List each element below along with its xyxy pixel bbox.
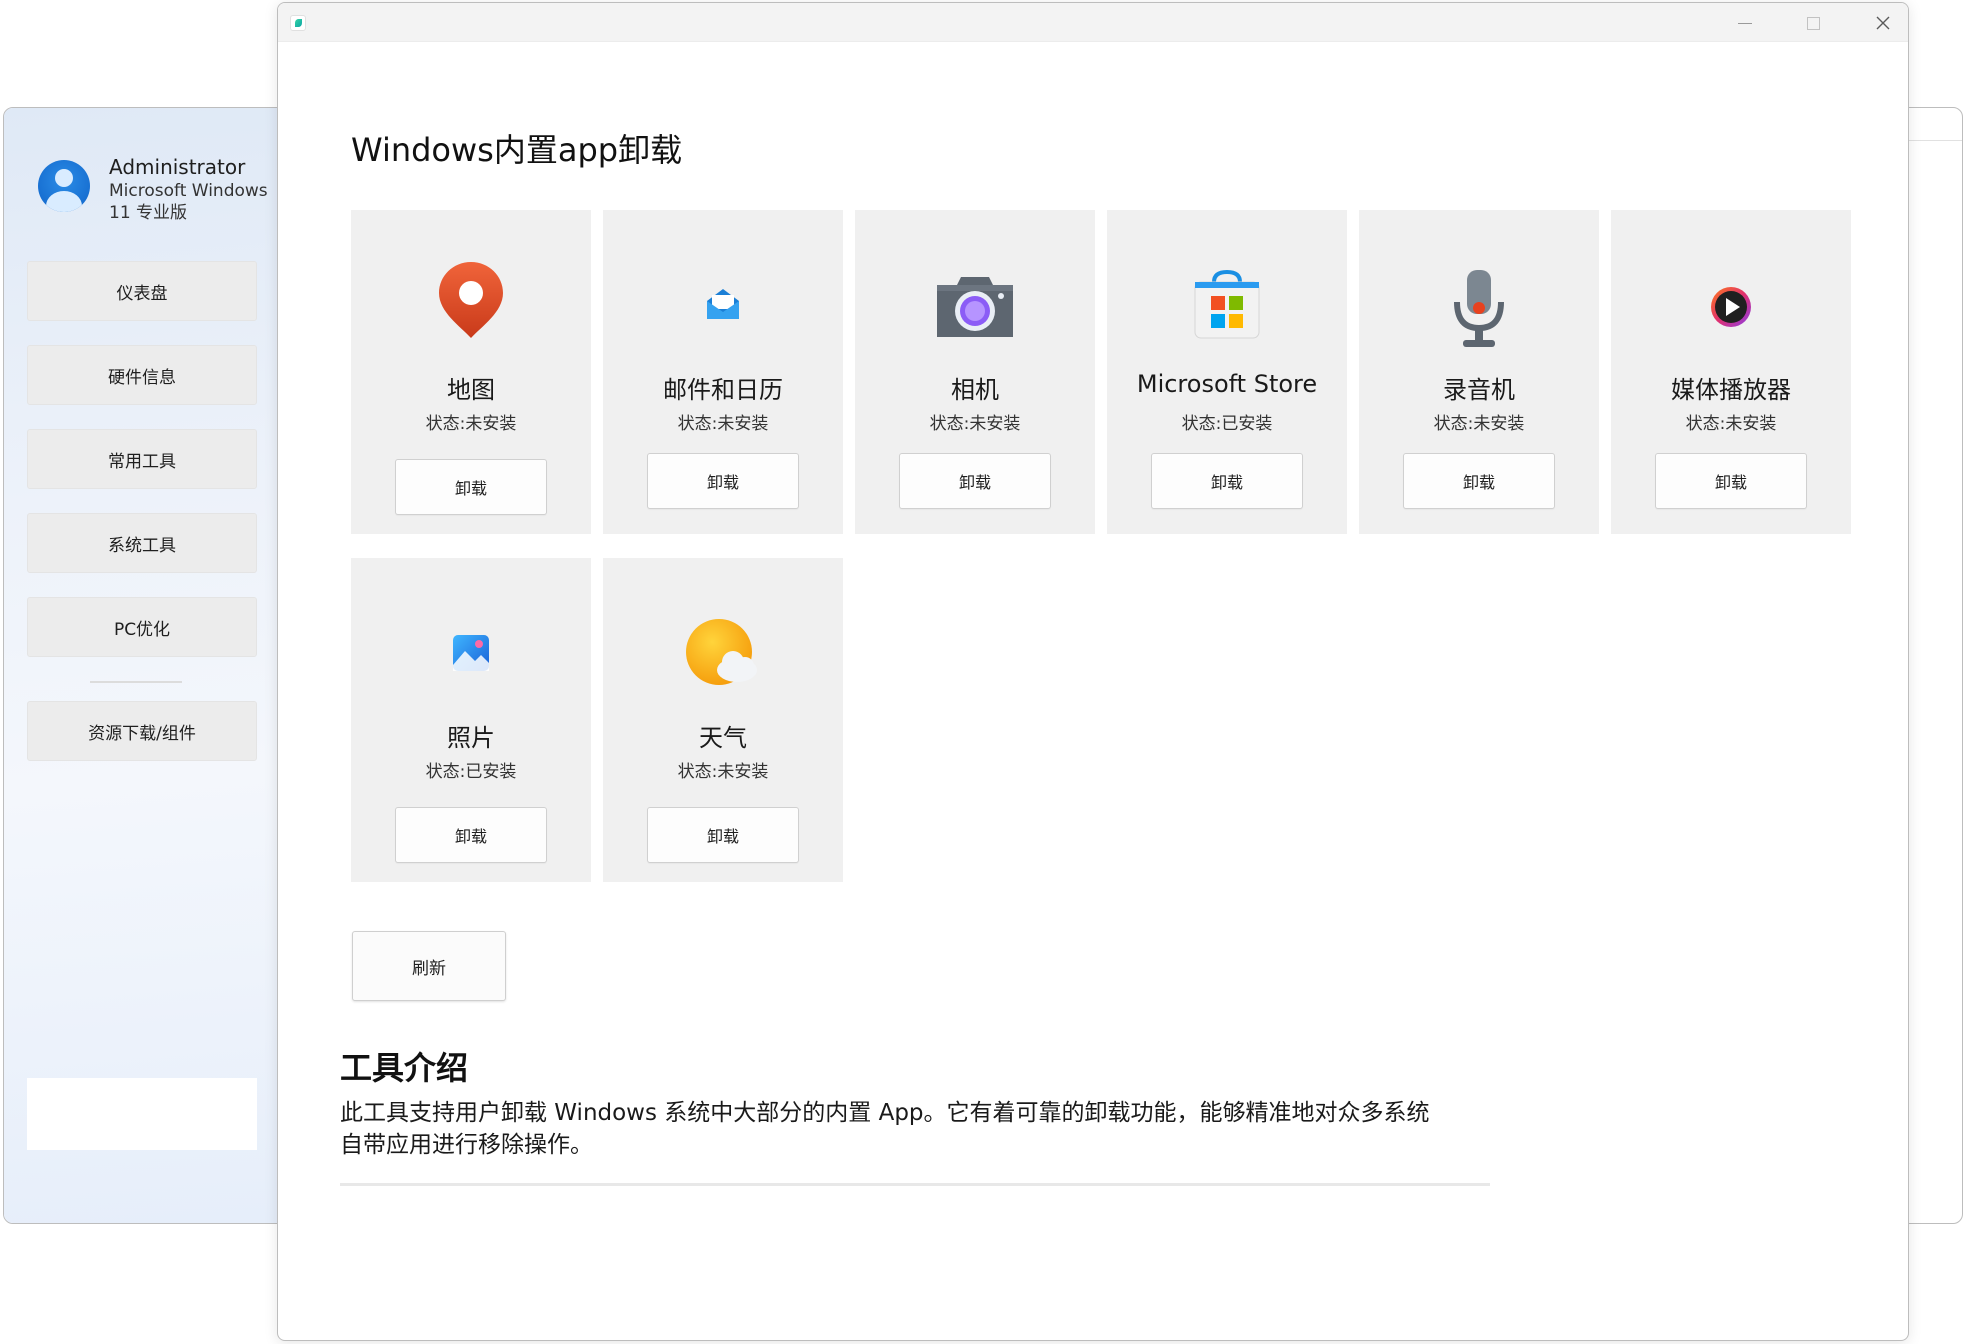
app-logo-icon: [290, 15, 306, 31]
app-status: 状态:已安装: [1181, 414, 1273, 434]
uninstall-window: Windows内置app卸载 地图 状态:未安装 卸载 邮件和日历 状态:未安装…: [277, 2, 1909, 1341]
photos-icon: [351, 633, 591, 723]
app-name: 天气: [699, 724, 747, 752]
page-title: Windows内置app卸载: [351, 131, 683, 169]
uninstall-button[interactable]: 卸载: [395, 807, 547, 863]
app-card-camera: 相机 状态:未安装 卸载: [855, 210, 1095, 534]
minimize-icon: [1738, 22, 1752, 24]
maximize-icon: [1806, 16, 1820, 30]
nav-resources-button[interactable]: 资源下载/组件: [27, 701, 257, 761]
microphone-icon: [1359, 268, 1599, 358]
nav-hardware-info-button[interactable]: 硬件信息: [27, 345, 257, 405]
uninstall-button[interactable]: 卸载: [1655, 453, 1807, 509]
app-name: Microsoft Store: [1136, 370, 1318, 398]
app-status: 状态:未安装: [425, 414, 517, 434]
minimize-button[interactable]: [1718, 7, 1772, 39]
nav-dashboard-button[interactable]: 仪表盘: [27, 261, 257, 321]
refresh-button[interactable]: 刷新: [352, 931, 506, 1001]
app-name: 相机: [951, 376, 999, 404]
nav-system-tools-button[interactable]: 系统工具: [27, 513, 257, 573]
app-name: 照片: [447, 724, 495, 752]
app-card-microsoft-store: Microsoft Store 状态:已安装 卸载: [1107, 210, 1347, 534]
close-icon: [1876, 16, 1890, 30]
uninstall-button[interactable]: 卸载: [647, 453, 799, 509]
app-name: 媒体播放器: [1671, 376, 1791, 404]
uninstall-button[interactable]: 卸载: [1403, 453, 1555, 509]
app-status: 状态:未安装: [677, 414, 769, 434]
app-status: 状态:已安装: [425, 762, 517, 782]
app-status: 状态:未安装: [677, 762, 769, 782]
close-button[interactable]: [1856, 7, 1908, 39]
media-play-icon: [1611, 285, 1851, 375]
sidebar: Administrator Microsoft Windows 11 专业版 仪…: [4, 108, 294, 1223]
app-name: 录音机: [1443, 376, 1515, 404]
app-card-maps: 地图 状态:未安装 卸载: [351, 210, 591, 534]
app-name: 地图: [447, 376, 495, 404]
intro-title: 工具介绍: [340, 1049, 469, 1087]
nav-divider: [90, 681, 182, 683]
maximize-button[interactable]: [1786, 7, 1840, 39]
nav-common-tools-button[interactable]: 常用工具: [27, 429, 257, 489]
background-divider: [1902, 140, 1962, 141]
nav-pc-optimize-button[interactable]: PC优化: [27, 597, 257, 657]
maps-pin-icon: [351, 260, 591, 350]
app-card-mail-calendar: 邮件和日历 状态:未安装 卸载: [603, 210, 843, 534]
user-avatar-icon: [38, 160, 90, 212]
app-status: 状态:未安装: [1433, 414, 1525, 434]
user-name: Administrator: [109, 155, 246, 179]
app-name: 邮件和日历: [663, 376, 783, 404]
os-version: Microsoft Windows 11 专业版: [109, 181, 268, 223]
title-bar[interactable]: [278, 3, 1908, 42]
uninstall-button[interactable]: 卸载: [899, 453, 1051, 509]
app-status: 状态:未安装: [1685, 414, 1777, 434]
store-bag-icon: [1107, 270, 1347, 360]
app-status: 状态:未安装: [929, 414, 1021, 434]
intro-divider: [340, 1183, 1490, 1186]
sidebar-bottom-panel: [27, 1078, 257, 1150]
user-profile: Administrator Microsoft Windows 11 专业版: [38, 154, 279, 224]
uninstall-button[interactable]: 卸载: [395, 459, 547, 515]
camera-icon: [855, 275, 1095, 365]
weather-sun-cloud-icon: [603, 618, 843, 708]
uninstall-button[interactable]: 卸载: [1151, 453, 1303, 509]
mail-envelope-icon: [603, 285, 843, 375]
intro-text: 此工具支持用户卸载 Windows 系统中大部分的内置 App。它有着可靠的卸载…: [340, 1100, 1430, 1158]
uninstall-button[interactable]: 卸载: [647, 807, 799, 863]
app-card-weather: 天气 状态:未安装 卸载: [603, 558, 843, 882]
app-card-recorder: 录音机 状态:未安装 卸载: [1359, 210, 1599, 534]
app-card-media-player: 媒体播放器 状态:未安装 卸载: [1611, 210, 1851, 534]
app-card-photos: 照片 状态:已安装 卸载: [351, 558, 591, 882]
